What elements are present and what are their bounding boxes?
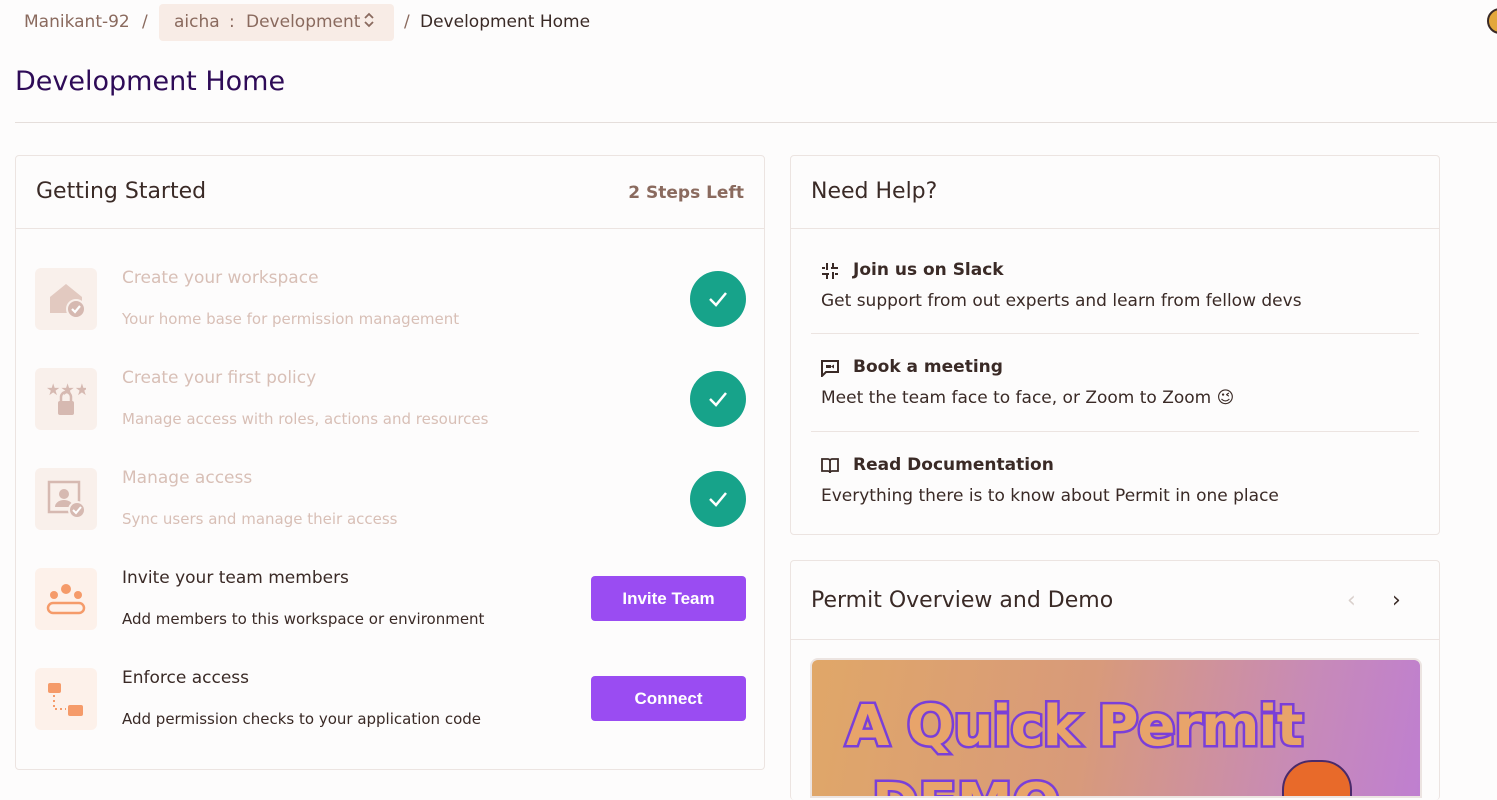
help-item-title: Join us on Slack bbox=[853, 260, 1004, 280]
check-icon bbox=[690, 271, 746, 327]
getting-started-header: Getting Started 2 Steps Left bbox=[16, 156, 764, 229]
connect-button[interactable]: Connect bbox=[591, 676, 746, 721]
page-title: Development Home bbox=[15, 66, 286, 97]
demo-image-text: A Quick Permit bbox=[843, 692, 1305, 762]
help-item-title: Book a meeting bbox=[853, 357, 1003, 377]
user-frame-check-icon bbox=[35, 468, 97, 530]
step-desc: Your home base for permission management bbox=[122, 310, 460, 328]
breadcrumb-current: Development Home bbox=[420, 12, 591, 32]
slack-icon bbox=[822, 263, 838, 279]
check-icon bbox=[690, 371, 746, 427]
step-desc: Add permission checks to your applicatio… bbox=[122, 710, 481, 728]
stars-lock-icon: ★★★ bbox=[35, 368, 97, 430]
step-enforce-access: Enforce access Add permission checks to … bbox=[35, 668, 746, 730]
need-help-title: Need Help? bbox=[811, 179, 938, 204]
step-manage-access[interactable]: Manage access Sync users and manage thei… bbox=[35, 468, 746, 530]
step-title: Enforce access bbox=[122, 668, 250, 688]
chevron-up-down-icon bbox=[362, 10, 376, 35]
check-icon bbox=[690, 471, 746, 527]
getting-started-card: Getting Started 2 Steps Left Create your… bbox=[15, 155, 765, 770]
book-icon bbox=[821, 458, 839, 474]
demo-card: Permit Overview and Demo ‹ › A Quick Per… bbox=[790, 560, 1440, 800]
step-title: Create your first policy bbox=[122, 368, 317, 388]
step-create-policy[interactable]: ★★★ Create your first policy Manage acce… bbox=[35, 368, 746, 430]
demo-image-text: DEMO bbox=[869, 770, 1062, 797]
env-separator: : bbox=[229, 12, 235, 32]
steps-left-badge: 2 Steps Left bbox=[628, 183, 744, 203]
breadcrumb-separator: / bbox=[404, 12, 410, 32]
chat-video-icon bbox=[821, 360, 839, 377]
avatar[interactable] bbox=[1487, 8, 1497, 34]
demo-video-thumbnail[interactable]: A Quick Permit DEMO bbox=[810, 658, 1422, 798]
chevron-right-icon[interactable]: › bbox=[1392, 588, 1401, 613]
house-check-icon bbox=[35, 268, 97, 330]
environment-name: Development bbox=[246, 12, 361, 32]
help-divider bbox=[811, 333, 1419, 334]
step-desc: Sync users and manage their access bbox=[122, 510, 398, 528]
demo-header: Permit Overview and Demo ‹ › bbox=[791, 561, 1439, 640]
top-bar: Manikant-92 / aicha : Development / Deve… bbox=[0, 0, 1497, 46]
demo-title: Permit Overview and Demo bbox=[811, 588, 1114, 613]
step-desc: Manage access with roles, actions and re… bbox=[122, 410, 489, 428]
fox-mascot-icon bbox=[1282, 760, 1352, 796]
step-title: Invite your team members bbox=[122, 568, 349, 588]
help-item-desc: Get support from out experts and learn f… bbox=[821, 291, 1302, 311]
help-item-desc: Meet the team face to face, or Zoom to Z… bbox=[821, 388, 1235, 408]
need-help-header: Need Help? bbox=[791, 156, 1439, 229]
step-desc: Add members to this workspace or environ… bbox=[122, 610, 485, 628]
chevron-left-icon[interactable]: ‹ bbox=[1347, 588, 1356, 613]
step-title: Create your workspace bbox=[122, 268, 319, 288]
header-divider bbox=[15, 122, 1497, 123]
need-help-card: Need Help? Join us on Slack Get support … bbox=[790, 155, 1440, 535]
help-divider bbox=[811, 431, 1419, 432]
breadcrumb-separator: / bbox=[142, 12, 148, 32]
environment-selector[interactable]: aicha : Development bbox=[159, 4, 394, 41]
invite-team-button[interactable]: Invite Team bbox=[591, 576, 746, 621]
step-create-workspace[interactable]: Create your workspace Your home base for… bbox=[35, 268, 746, 330]
flow-icon bbox=[35, 668, 97, 730]
help-item-title: Read Documentation bbox=[853, 455, 1054, 475]
step-invite-team: Invite your team members Add members to … bbox=[35, 568, 746, 630]
getting-started-title: Getting Started bbox=[36, 179, 207, 204]
help-item-desc: Everything there is to know about Permit… bbox=[821, 486, 1279, 506]
svg-text:★★★: ★★★ bbox=[46, 380, 86, 399]
project-name: aicha bbox=[174, 12, 220, 32]
breadcrumb-org[interactable]: Manikant-92 bbox=[24, 12, 130, 32]
team-icon bbox=[35, 568, 97, 630]
step-title: Manage access bbox=[122, 468, 253, 488]
